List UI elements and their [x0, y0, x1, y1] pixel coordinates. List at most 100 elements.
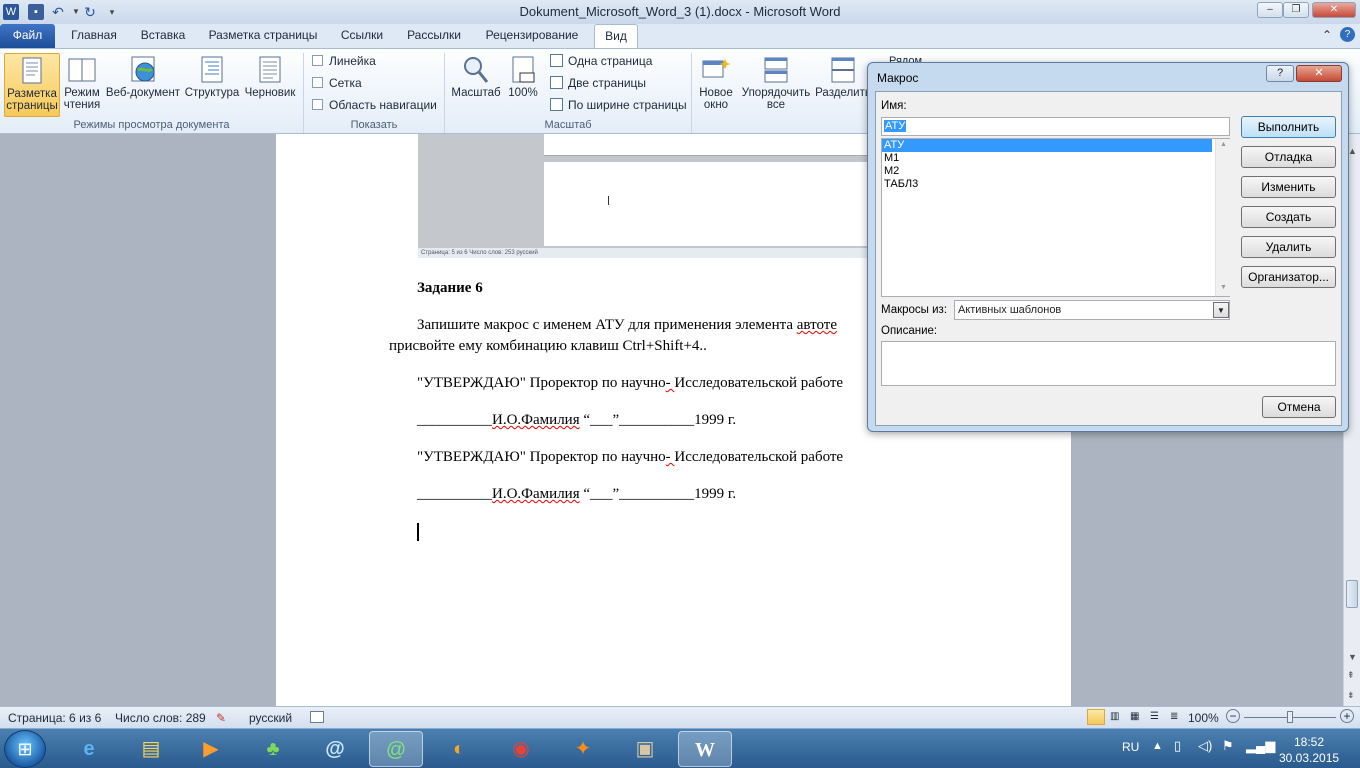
devices-tray-icon[interactable]: ▯: [1174, 738, 1181, 754]
tab-insert[interactable]: Вставка: [132, 24, 194, 48]
list-scroll-down-icon[interactable]: ▼: [1220, 284, 1227, 291]
web-view-icon[interactable]: ▦: [1130, 711, 1139, 722]
print-layout-button[interactable]: Разметка страницы: [4, 53, 60, 117]
macro-list-item[interactable]: ТАБЛ3: [882, 178, 1229, 191]
macro-name-input[interactable]: АТУ: [881, 117, 1230, 136]
gridlines-checkbox[interactable]: Сетка: [312, 74, 362, 92]
one-page-button[interactable]: Одна страница: [550, 52, 652, 70]
new-window-button[interactable]: Новое окно: [696, 53, 736, 117]
zoom-out-button[interactable]: −: [1226, 709, 1240, 723]
arrange-all-button[interactable]: Упорядочить все: [740, 53, 812, 117]
print-layout-view-icon[interactable]: [1087, 709, 1105, 725]
flag-tray-icon[interactable]: ⚑: [1222, 738, 1234, 754]
group-separator: [691, 53, 692, 133]
edit-button[interactable]: Изменить: [1241, 176, 1336, 198]
zoom-slider-thumb[interactable]: [1287, 711, 1293, 723]
chevron-down-icon[interactable]: ▼: [1213, 302, 1229, 318]
word-icon[interactable]: W: [678, 731, 732, 767]
embedded-screenshot-image: Страница: 5 из 6 Число слов: 253 русский: [418, 134, 868, 258]
run-button[interactable]: Выполнить: [1241, 116, 1336, 138]
macros-in-label: Макросы из:: [881, 304, 948, 316]
list-scroll-up-icon[interactable]: ▲: [1220, 141, 1227, 148]
page-width-icon: [550, 98, 563, 111]
web-layout-button[interactable]: Веб-документ: [104, 53, 182, 117]
agent-icon[interactable]: @: [369, 731, 423, 767]
language-indicator[interactable]: русский: [249, 711, 292, 725]
archive-icon[interactable]: ▣: [618, 731, 672, 767]
app-icon[interactable]: ◐: [432, 731, 486, 767]
organizer-button[interactable]: Организатор...: [1241, 266, 1336, 288]
two-pages-button[interactable]: Две страницы: [550, 74, 646, 92]
outline-view-icon[interactable]: ☰: [1150, 711, 1159, 722]
minimize-button[interactable]: ‒: [1257, 2, 1283, 18]
macros-in-value: Активных шаблонов: [958, 304, 1062, 316]
language-tray[interactable]: RU: [1122, 740, 1139, 754]
tab-view[interactable]: Вид: [594, 24, 638, 49]
draft-button[interactable]: Черновик: [242, 53, 298, 117]
macro-name-value: АТУ: [884, 120, 907, 132]
cancel-button[interactable]: Отмена: [1262, 396, 1336, 418]
tab-references[interactable]: Ссылки: [332, 24, 392, 48]
zoom-group-label: Масштаб: [544, 119, 592, 131]
macro-list[interactable]: АТУ М1 М2 ТАБЛ3 ▲ ▼: [881, 138, 1230, 297]
minimize-ribbon-icon[interactable]: ⌃: [1322, 28, 1332, 42]
zoom-level[interactable]: 100%: [1188, 711, 1219, 725]
volume-tray-icon[interactable]: ◁): [1198, 738, 1212, 754]
tab-page-layout[interactable]: Разметка страницы: [200, 24, 326, 48]
tab-review[interactable]: Рецензирование: [476, 24, 588, 48]
network-tray-icon[interactable]: ▂▄▆: [1246, 738, 1275, 754]
create-button[interactable]: Создать: [1241, 206, 1336, 228]
reading-view-icon[interactable]: ▥: [1110, 711, 1119, 722]
mail-at-icon[interactable]: @: [308, 731, 362, 767]
messenger-icon[interactable]: ♣: [246, 731, 300, 767]
ie-icon[interactable]: e: [62, 731, 116, 767]
ruler-checkbox[interactable]: Линейка: [312, 52, 376, 70]
word-count[interactable]: Число слов: 289: [115, 711, 206, 725]
explorer-icon[interactable]: ▤: [124, 731, 178, 767]
scroll-up-icon[interactable]: ▲: [1348, 146, 1357, 156]
tab-mailings[interactable]: Рассылки: [398, 24, 470, 48]
outline-icon: [201, 56, 223, 83]
macro-list-item[interactable]: М1: [882, 152, 1229, 165]
start-button[interactable]: ⊞: [4, 730, 46, 768]
read-mode-button[interactable]: Режим чтения: [62, 53, 102, 117]
page-count[interactable]: Страница: 6 из 6: [8, 711, 101, 725]
close-button[interactable]: ✕: [1312, 2, 1356, 18]
scroll-thumb[interactable]: [1346, 580, 1358, 608]
ribbon-tabs: Файл Главная Вставка Разметка страницы С…: [0, 24, 1360, 49]
arrange-all-icon: [764, 57, 788, 83]
zoom-100-button[interactable]: 100%: [505, 53, 541, 117]
description-field[interactable]: [881, 341, 1336, 386]
tray-expand-icon[interactable]: ▲: [1152, 740, 1163, 752]
zoom-in-button[interactable]: +: [1340, 709, 1354, 723]
clock-date[interactable]: 30.03.2015: [1279, 751, 1339, 765]
dialog-close-button[interactable]: ✕: [1296, 65, 1342, 82]
macro-list-item[interactable]: М2: [882, 165, 1229, 178]
help-icon[interactable]: ?: [1340, 27, 1355, 42]
next-page-icon[interactable]: ⇟: [1347, 690, 1355, 701]
macro-list-item[interactable]: АТУ: [882, 139, 1212, 152]
chrome-icon[interactable]: ◉: [494, 731, 548, 767]
tab-file[interactable]: Файл: [0, 24, 55, 48]
macro-list-scrollbar[interactable]: ▲ ▼: [1215, 139, 1230, 296]
tab-home[interactable]: Главная: [62, 24, 126, 48]
macros-in-select[interactable]: Активных шаблонов ▼: [954, 300, 1230, 320]
split-button[interactable]: Разделить: [815, 53, 871, 117]
scroll-down-icon[interactable]: ▼: [1348, 652, 1357, 662]
media-player-icon[interactable]: ▶: [184, 731, 238, 767]
dialog-help-button[interactable]: ?: [1266, 65, 1294, 82]
zoom-button[interactable]: Масштаб: [450, 53, 502, 117]
avast-icon[interactable]: ✦: [556, 731, 610, 767]
outline-button[interactable]: Структура: [184, 53, 240, 117]
macro-record-icon[interactable]: [310, 711, 324, 723]
clock-time[interactable]: 18:52: [1294, 735, 1324, 749]
show-group-label: Показать: [350, 119, 398, 131]
page-width-button[interactable]: По ширине страницы: [550, 96, 687, 114]
debug-button[interactable]: Отладка: [1241, 146, 1336, 168]
previous-page-icon[interactable]: ⇞: [1347, 670, 1355, 681]
maximize-button[interactable]: ❐: [1283, 2, 1309, 18]
delete-button[interactable]: Удалить: [1241, 236, 1336, 258]
navigation-pane-checkbox[interactable]: Область навигации: [312, 96, 437, 114]
draft-view-icon[interactable]: ≣: [1170, 711, 1178, 722]
proofing-icon[interactable]: ✎: [216, 711, 226, 725]
